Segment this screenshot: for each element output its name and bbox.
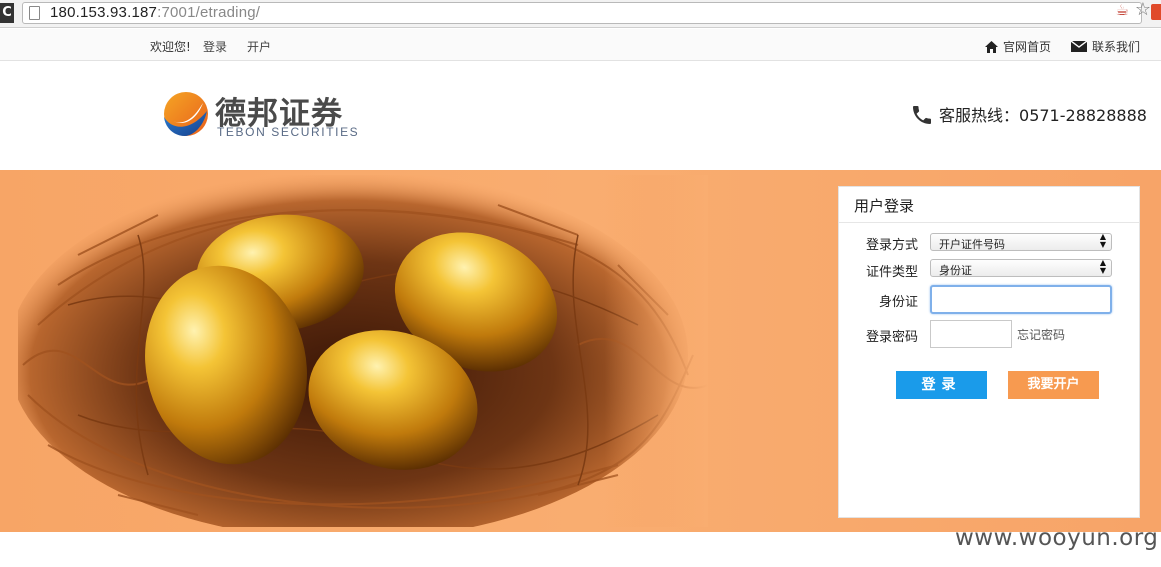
id-type-value: 身份证 <box>939 264 972 277</box>
contact-link[interactable]: 联系我们 <box>1071 38 1140 55</box>
id-number-label: 身份证 <box>878 295 918 310</box>
page-icon <box>29 6 40 20</box>
watermark-text: www.wooyun.org <box>955 525 1159 551</box>
home-link[interactable]: 官网首页 <box>985 38 1051 55</box>
select-arrows-icon: ▲ ▼ <box>1099 232 1106 249</box>
login-method-select[interactable]: 开户证件号码 ▲ ▼ <box>930 233 1112 251</box>
golden-eggs-nest-image <box>18 175 708 527</box>
service-hotline: 客服热线：0571-28828888 <box>910 102 1147 127</box>
url-text[interactable]: 180.153.93.187:7001/etrading/ <box>50 4 260 21</box>
tebon-logo[interactable]: 德邦证券 TEBON SECURITIES <box>163 88 358 140</box>
login-button[interactable]: 登录 <box>896 371 987 399</box>
top-link-bar: 欢迎您! 登录 开户 官网首页 联系我们 <box>0 29 1161 61</box>
login-title: 用户登录 <box>839 187 1139 223</box>
reload-icon[interactable]: C <box>0 3 14 23</box>
logo-english-name: TEBON SECURITIES <box>217 125 360 139</box>
id-number-input[interactable] <box>930 285 1112 314</box>
mail-icon <box>1071 41 1087 52</box>
browser-toolbar: C 180.153.93.187:7001/etrading/ ☕ ☆ <box>0 0 1161 28</box>
select-arrows-icon: ▲ ▼ <box>1099 258 1106 275</box>
open-account-button[interactable]: 我要开户 <box>1008 371 1099 399</box>
site-header: 德邦证券 TEBON SECURITIES 客服热线：0571-28828888 <box>0 62 1161 170</box>
bookmark-star-icon[interactable]: ☆ <box>1135 0 1151 20</box>
forgot-password-link[interactable]: 忘记密码 <box>1017 326 1065 343</box>
hotline-label: 客服热线： <box>939 106 1020 125</box>
java-icon[interactable]: ☕ <box>1116 1 1129 19</box>
id-type-label: 证件类型 <box>865 265 918 280</box>
address-bar[interactable]: 180.153.93.187:7001/etrading/ <box>22 2 1142 24</box>
open-account-link[interactable]: 开户 <box>247 38 271 55</box>
url-path: :7001/etrading/ <box>157 4 261 21</box>
phone-icon <box>913 106 931 124</box>
login-link[interactable]: 登录 <box>203 38 227 55</box>
url-host: 180.153.93.187 <box>50 4 158 21</box>
home-icon <box>985 41 998 53</box>
login-method-label: 登录方式 <box>865 238 918 253</box>
extension-icon[interactable] <box>1151 4 1161 20</box>
login-method-value: 开户证件号码 <box>939 238 1005 251</box>
welcome-text: 欢迎您! <box>150 40 191 54</box>
login-panel: 用户登录 登录方式 开户证件号码 ▲ ▼ 证件类型 身份证 ▲ ▼ 身份证 登录密码… <box>838 186 1140 518</box>
password-input[interactable] <box>930 320 1012 348</box>
password-label: 登录密码 <box>865 330 918 345</box>
home-link-label: 官网首页 <box>1003 40 1052 54</box>
logo-mark-icon <box>164 92 208 136</box>
hotline-number: 0571-28828888 <box>1019 106 1147 125</box>
id-type-select[interactable]: 身份证 ▲ ▼ <box>930 259 1112 277</box>
contact-link-label: 联系我们 <box>1092 40 1141 54</box>
